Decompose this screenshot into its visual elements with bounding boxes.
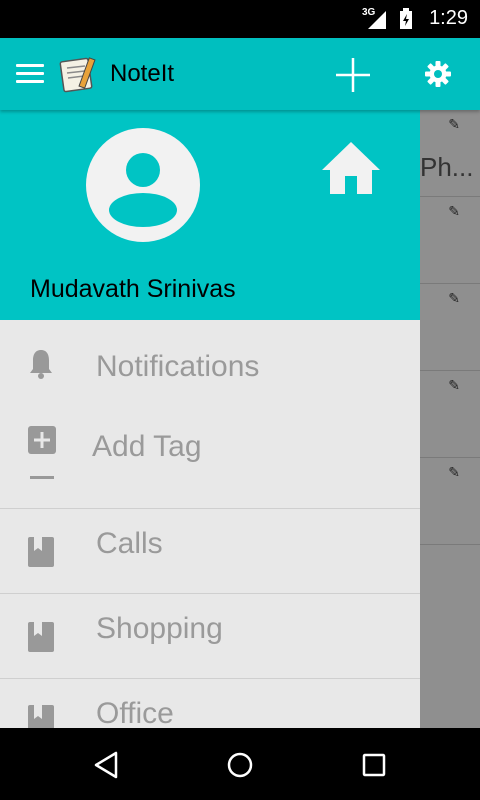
drawer-item-label: Notifications	[96, 350, 260, 383]
list-item: ✎	[420, 284, 480, 371]
menu-icon[interactable]	[16, 64, 44, 84]
pencil-icon: ✎	[448, 290, 460, 306]
home-icon[interactable]	[320, 140, 382, 196]
drawer-item-add-tag[interactable]: Add Tag	[0, 400, 420, 508]
user-name: Mudavath Srinivas	[30, 275, 236, 303]
pencil-icon: ✎	[448, 116, 460, 132]
bell-icon	[30, 350, 52, 379]
navigation-drawer: Mudavath Srinivas Notifications Add Tag …	[0, 110, 420, 728]
status-bar: 3G 1:29	[0, 0, 480, 38]
add-icon[interactable]	[334, 56, 372, 94]
signal-icon	[368, 11, 386, 29]
add-box-icon	[28, 426, 56, 454]
drawer-header: Mudavath Srinivas	[0, 110, 420, 320]
list-item: ✎	[420, 371, 480, 458]
bookmark-book-icon	[28, 622, 54, 652]
tag-item[interactable]: Calls	[0, 509, 420, 593]
app-title: NoteIt	[110, 60, 175, 87]
system-nav-bar	[0, 728, 480, 800]
gear-icon[interactable]	[424, 60, 452, 88]
tag-label: Shopping	[96, 612, 223, 645]
background-note-list: ✎ Ph... ✎ ✎ ✎ ✎	[420, 110, 480, 728]
list-item: ✎ Ph...	[420, 110, 480, 197]
back-icon[interactable]	[92, 750, 122, 780]
note-partial-title: Ph...	[420, 152, 474, 182]
avatar[interactable]	[86, 128, 200, 242]
tag-label: Office	[96, 697, 174, 728]
minus-icon	[30, 476, 54, 479]
app-bar: NoteIt	[0, 38, 480, 110]
app-logo	[59, 57, 96, 93]
bookmark-book-icon	[28, 705, 54, 728]
recents-icon[interactable]	[359, 750, 389, 780]
tag-item[interactable]: Office	[0, 679, 420, 728]
drawer-item-notifications[interactable]: Notifications	[0, 320, 420, 400]
pencil-icon: ✎	[448, 377, 460, 393]
tag-label: Calls	[96, 527, 163, 560]
list-item: ✎	[420, 197, 480, 284]
battery-icon	[400, 8, 412, 29]
home-nav-icon[interactable]	[225, 750, 255, 780]
drawer-item-label: Add Tag	[92, 430, 202, 463]
bookmark-book-icon	[28, 537, 54, 567]
list-item: ✎	[420, 458, 480, 545]
tag-item[interactable]: Shopping	[0, 594, 420, 678]
clock: 1:29	[429, 7, 468, 29]
pencil-icon: ✎	[448, 203, 460, 219]
pencil-icon: ✎	[448, 464, 460, 480]
